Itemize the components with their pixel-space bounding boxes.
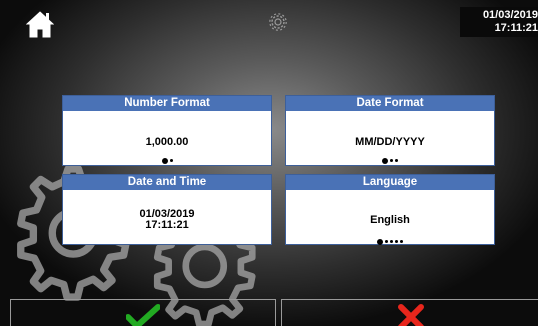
date-format-card[interactable]: Date Format MM/DD/YYYY [285,95,495,166]
pager-dot [395,240,398,244]
action-bar [0,299,538,326]
number-format-value: 1,000.00 [145,136,189,148]
language-card[interactable]: Language English [285,174,495,245]
date-format-value: MM/DD/YYYY [355,136,425,148]
pager-dot-active [382,157,388,164]
pager-dot [390,159,393,163]
language-value: English [370,214,410,226]
cancel-button[interactable] [281,299,538,326]
home-icon[interactable] [26,10,54,38]
header-time: 17:11:21 [494,22,538,34]
pager-dot [395,159,398,163]
number-format-title: Number Format [63,96,271,111]
language-title: Language [286,175,494,190]
checkmark-icon [126,304,160,326]
header-datetime: 01/03/2019 17:11:21 [466,9,538,35]
date-and-time-title: Date and Time [63,175,271,190]
confirm-button[interactable] [10,299,276,326]
language-pager [286,233,494,245]
number-format-pager [63,152,271,164]
pager-dot [400,240,403,244]
settings-screen: 01/03/2019 17:11:21 Number Format 1,000.… [0,0,538,326]
pager-dot [390,240,393,244]
date-format-title: Date Format [286,96,494,111]
x-icon [398,304,424,326]
date-and-time-time: 17:11:21 [145,219,189,231]
header-date: 01/03/2019 [482,9,538,21]
date-format-pager [286,152,494,164]
pager-dot-active [377,238,383,245]
pager-dot [385,240,388,244]
pager-dot-active [161,157,168,164]
date-and-time-card[interactable]: Date and Time 01/03/2019 17:11:21 [62,174,272,245]
gear-icon[interactable] [268,12,288,32]
number-format-card[interactable]: Number Format 1,000.00 [62,95,272,166]
pager-dot [169,159,173,163]
